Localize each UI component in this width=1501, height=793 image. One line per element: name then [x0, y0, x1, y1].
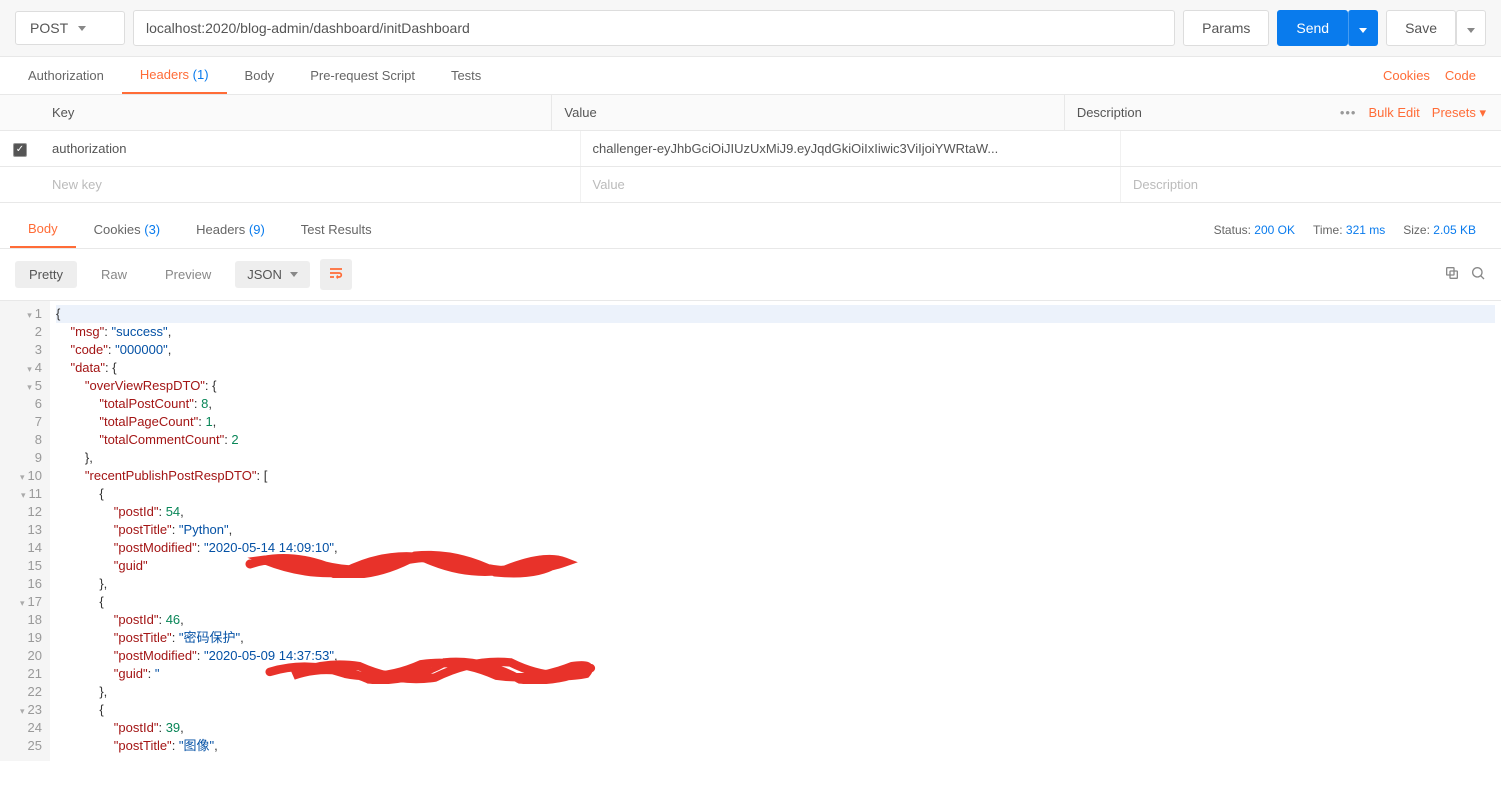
row-checkbox[interactable]: ✓ — [13, 143, 27, 157]
tab-headers[interactable]: Headers (1) — [122, 57, 227, 94]
resp-tab-cookies[interactable]: Cookies (3) — [76, 212, 178, 247]
pretty-button[interactable]: Pretty — [15, 261, 77, 288]
col-desc: Description — [1065, 95, 1325, 130]
format-select[interactable]: JSON — [235, 261, 310, 288]
tab-tests[interactable]: Tests — [433, 58, 499, 93]
header-row-new[interactable]: New key Value Description — [0, 167, 1501, 203]
headers-table-header: Key Value Description ••• Bulk Edit Pres… — [0, 95, 1501, 131]
line-gutter: 12345 678910 1112131415 1617181920 21222… — [0, 301, 50, 761]
tab-headers-count: (1) — [193, 67, 209, 82]
time-display: Time: 321 ms — [1313, 223, 1385, 237]
chevron-down-icon — [1467, 28, 1475, 33]
presets-link[interactable]: Presets ▾ — [1432, 105, 1486, 121]
status-display: Status: 200 OK — [1214, 223, 1295, 237]
header-desc[interactable] — [1121, 139, 1501, 159]
tab-headers-label: Headers — [140, 67, 189, 82]
col-value: Value — [552, 95, 1064, 130]
header-value[interactable]: challenger-eyJhbGciOiJIUzUxMiJ9.eyJqdGki… — [581, 131, 1122, 166]
chevron-down-icon — [1359, 28, 1367, 33]
response-body: 12345 678910 1112131415 1617181920 21222… — [0, 301, 1501, 761]
cookies-link[interactable]: Cookies — [1383, 68, 1430, 83]
tab-prerequest[interactable]: Pre-request Script — [292, 58, 433, 93]
wrap-icon[interactable] — [320, 259, 352, 290]
new-value-input[interactable]: Value — [581, 167, 1122, 202]
header-key[interactable]: authorization — [40, 131, 581, 166]
copy-icon[interactable] — [1444, 265, 1460, 284]
send-button[interactable]: Send — [1277, 10, 1348, 46]
resp-tab-testresults[interactable]: Test Results — [283, 212, 390, 247]
url-input[interactable] — [133, 10, 1175, 46]
col-key: Key — [40, 95, 552, 130]
response-viewer-bar: Pretty Raw Preview JSON — [0, 249, 1501, 301]
search-icon[interactable] — [1470, 265, 1486, 284]
tab-authorization[interactable]: Authorization — [10, 58, 122, 93]
send-caret-button[interactable] — [1348, 10, 1378, 46]
response-tabs: Body Cookies (3) Headers (9) Test Result… — [0, 211, 1501, 249]
code-link[interactable]: Code — [1445, 68, 1476, 83]
more-icon[interactable]: ••• — [1340, 105, 1357, 120]
json-content[interactable]: { "msg": "success", "code": "000000", "d… — [50, 301, 1501, 761]
tab-body[interactable]: Body — [227, 58, 293, 93]
resp-tab-body[interactable]: Body — [10, 211, 76, 248]
method-label: POST — [30, 20, 68, 36]
save-button[interactable]: Save — [1386, 10, 1456, 46]
method-select[interactable]: POST — [15, 11, 125, 45]
preview-button[interactable]: Preview — [151, 261, 225, 288]
chevron-down-icon — [290, 272, 298, 277]
header-row-1[interactable]: ✓ authorization challenger-eyJhbGciOiJIU… — [0, 131, 1501, 167]
params-button[interactable]: Params — [1183, 10, 1269, 46]
chevron-down-icon — [78, 26, 86, 31]
resp-tab-headers[interactable]: Headers (9) — [178, 212, 283, 247]
raw-button[interactable]: Raw — [87, 261, 141, 288]
new-key-input[interactable]: New key — [40, 167, 581, 202]
request-url-bar: POST Params Send Save — [0, 0, 1501, 57]
new-desc-input[interactable]: Description — [1121, 167, 1501, 202]
save-caret-button[interactable] — [1456, 10, 1486, 46]
size-display: Size: 2.05 KB — [1403, 223, 1476, 237]
bulk-edit-link[interactable]: Bulk Edit — [1368, 105, 1419, 120]
request-tabs: Authorization Headers (1) Body Pre-reque… — [0, 57, 1501, 95]
